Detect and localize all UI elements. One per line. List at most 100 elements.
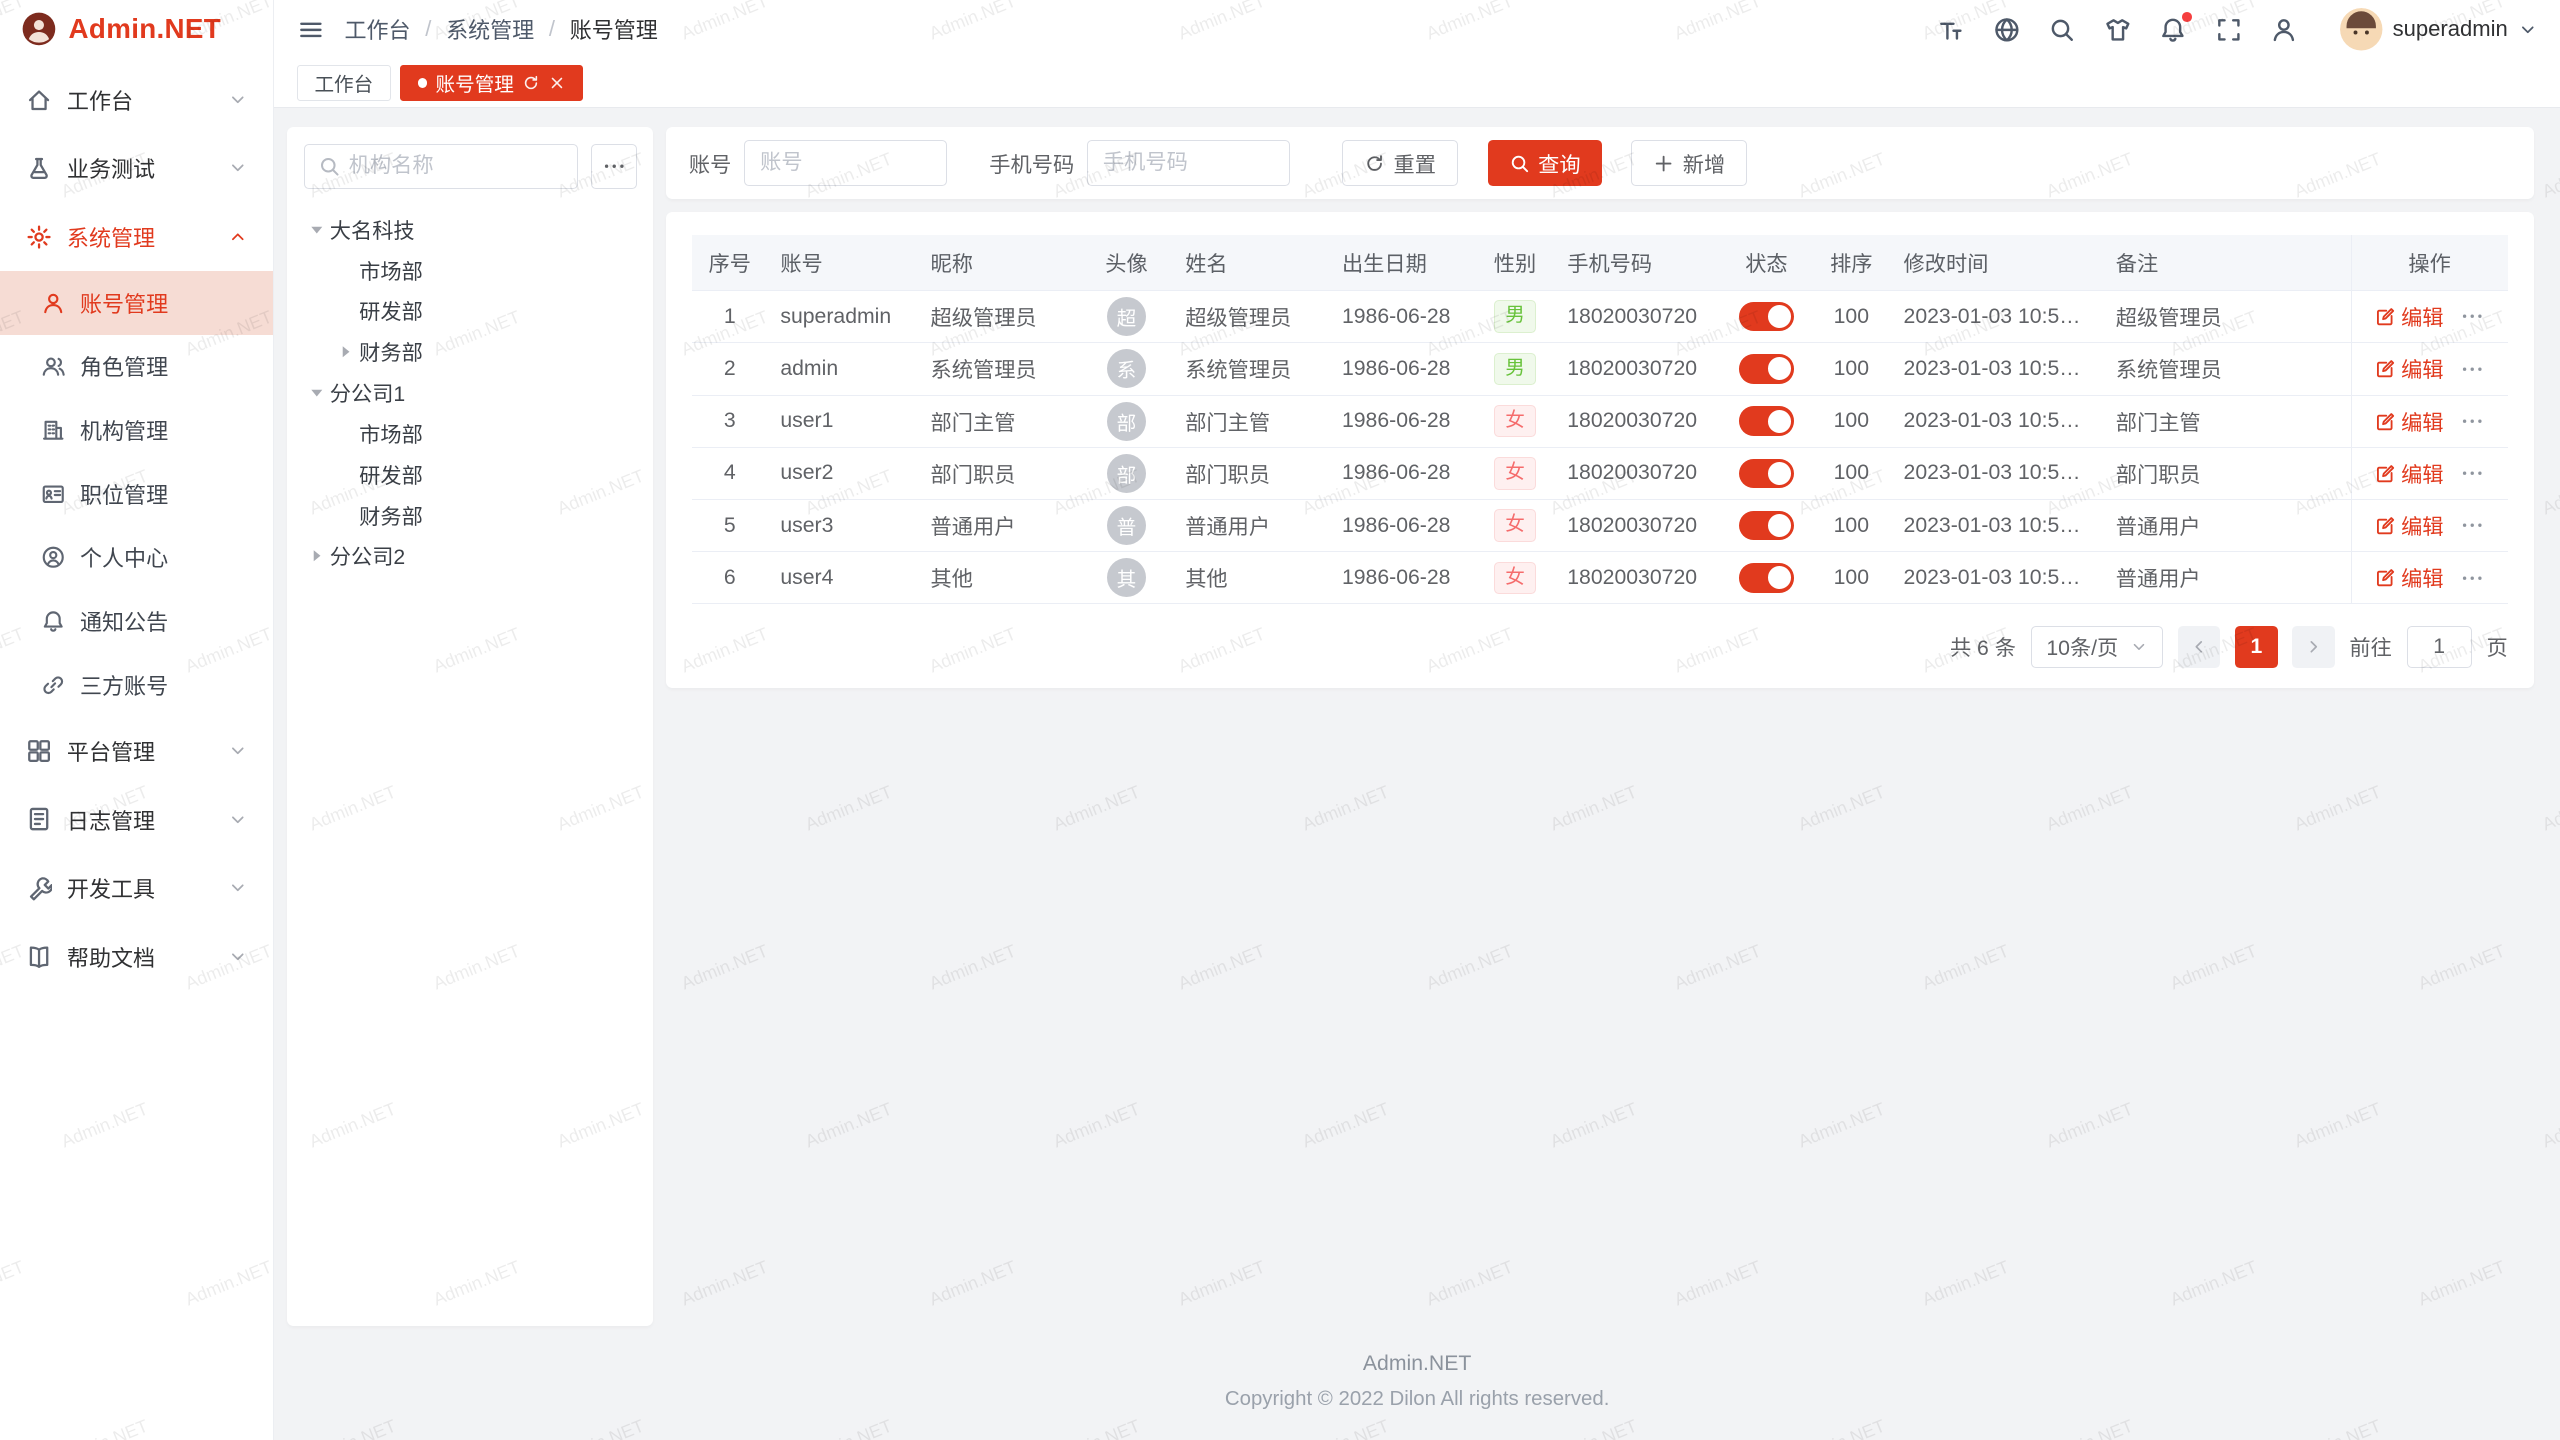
sidebar-item-position-mgmt[interactable]: 职位管理 (0, 462, 273, 526)
tree-node[interactable]: 分公司2 (304, 535, 637, 576)
row-more-button[interactable] (2460, 513, 2484, 537)
sidebar-item-profile-center[interactable]: 个人中心 (0, 526, 273, 590)
hamburger-icon[interactable] (297, 16, 325, 44)
goto-page-input[interactable] (2407, 626, 2472, 668)
tree-node[interactable]: 大名科技 (304, 209, 637, 250)
theme-icon[interactable] (2104, 16, 2132, 44)
filter-bar: 账号 手机号码 重置 查询 新增 (666, 127, 2534, 199)
tree-node[interactable]: 研发部 (304, 454, 637, 495)
org-search-input[interactable] (349, 154, 564, 178)
prev-page-button[interactable] (2178, 626, 2220, 668)
notification-icon[interactable] (2159, 16, 2187, 44)
cell-avatar: 普 (1081, 499, 1172, 551)
caret-down-icon[interactable] (304, 383, 330, 403)
language-icon[interactable] (1993, 16, 2021, 44)
cell-sort: 100 (1812, 447, 1890, 499)
logo[interactable]: Admin.NET (0, 0, 273, 59)
status-toggle[interactable] (1739, 354, 1795, 383)
cell-phone: 18020030720 (1554, 552, 1721, 604)
tree-node[interactable]: 财务部 (304, 331, 637, 372)
sidebar-item-system-mgmt[interactable]: 系统管理 (0, 202, 273, 271)
tab-close-icon[interactable] (548, 74, 566, 92)
page-size-select[interactable]: 10条/页 (2031, 626, 2164, 668)
sidebar-item-notice[interactable]: 通知公告 (0, 589, 273, 653)
fullscreen-icon[interactable] (2215, 16, 2243, 44)
org-more-button[interactable] (591, 144, 637, 190)
next-page-button[interactable] (2292, 626, 2334, 668)
profile-icon[interactable] (2270, 16, 2298, 44)
tab-refresh-icon[interactable] (522, 74, 540, 92)
breadcrumb-item[interactable]: 工作台 (344, 13, 410, 45)
status-toggle[interactable] (1739, 406, 1795, 435)
tab-account-mgmt[interactable]: 账号管理 (400, 65, 583, 101)
status-toggle[interactable] (1739, 511, 1795, 540)
sidebar-item-third-account[interactable]: 三方账号 (0, 653, 273, 717)
cell-modified: 2023-01-03 10:59:44 (1890, 499, 2102, 551)
tab-workbench[interactable]: 工作台 (297, 65, 390, 101)
caret-right-icon[interactable] (333, 342, 359, 362)
caret-right-icon[interactable] (304, 546, 330, 566)
sidebar-item-log-mgmt[interactable]: 日志管理 (0, 785, 273, 854)
tree-node[interactable]: 市场部 (304, 250, 637, 291)
row-more-button[interactable] (2460, 304, 2484, 328)
edit-button[interactable]: 编辑 (2375, 510, 2444, 541)
reset-button[interactable]: 重置 (1342, 140, 1458, 186)
toggle-knob (1768, 305, 1791, 328)
pagination: 共 6 条 10条/页 1 前往 页 (692, 626, 2508, 668)
tree-node[interactable]: 财务部 (304, 495, 637, 536)
row-more-button[interactable] (2460, 409, 2484, 433)
cell-no: 2 (692, 343, 767, 395)
breadcrumb-item[interactable]: 系统管理 (446, 13, 534, 45)
edit-button[interactable]: 编辑 (2375, 301, 2444, 332)
status-toggle[interactable] (1739, 459, 1795, 488)
edit-button[interactable]: 编辑 (2375, 458, 2444, 489)
phone-label: 手机号码 (989, 148, 1074, 179)
user-menu[interactable]: superadmin (2340, 8, 2537, 50)
edit-button[interactable]: 编辑 (2375, 406, 2444, 437)
cell-birth: 1986-06-28 (1329, 447, 1476, 499)
tree-node[interactable]: 市场部 (304, 413, 637, 454)
org-search[interactable] (304, 144, 578, 190)
row-more-button[interactable] (2460, 566, 2484, 590)
cell-account: superadmin (767, 291, 917, 343)
edit-button[interactable]: 编辑 (2375, 353, 2444, 384)
add-button[interactable]: 新增 (1631, 140, 1747, 186)
cell-no: 5 (692, 499, 767, 551)
search-button[interactable]: 查询 (1488, 140, 1602, 186)
phone-input[interactable] (1087, 140, 1289, 186)
cell-account: user3 (767, 499, 917, 551)
sidebar-item-help-docs[interactable]: 帮助文档 (0, 922, 273, 991)
sidebar-item-account-mgmt[interactable]: 账号管理 (0, 271, 273, 335)
column-header-status: 状态 (1721, 235, 1812, 291)
caret-down-icon[interactable] (304, 220, 330, 240)
row-more-button[interactable] (2460, 357, 2484, 381)
breadcrumb-separator: / (549, 16, 555, 42)
row-more-button[interactable] (2460, 461, 2484, 485)
row-avatar: 部 (1107, 454, 1146, 493)
cell-status (1721, 447, 1812, 499)
status-toggle[interactable] (1739, 563, 1795, 592)
tree-node[interactable]: 研发部 (304, 291, 637, 332)
sidebar-menu: 工作台业务测试系统管理账号管理角色管理机构管理职位管理个人中心通知公告三方账号平… (0, 59, 273, 991)
table-row: 3user1部门主管部部门主管1986-06-28女18020030720100… (692, 395, 2508, 447)
page-1-button[interactable]: 1 (2235, 626, 2277, 668)
cell-status (1721, 343, 1812, 395)
sidebar-item-workbench[interactable]: 工作台 (0, 65, 273, 134)
sidebar-item-business-test[interactable]: 业务测试 (0, 134, 273, 203)
edit-icon (2375, 306, 2396, 327)
tree-node[interactable]: 分公司1 (304, 372, 637, 413)
tabbar: 工作台账号管理 (274, 59, 2560, 108)
row-avatar: 普 (1107, 506, 1146, 545)
sidebar-item-org-mgmt[interactable]: 机构管理 (0, 398, 273, 462)
search-icon[interactable] (2048, 16, 2076, 44)
link-icon (41, 673, 65, 697)
sidebar-item-dev-tools[interactable]: 开发工具 (0, 854, 273, 923)
edit-button[interactable]: 编辑 (2375, 562, 2444, 593)
sidebar-item-role-mgmt[interactable]: 角色管理 (0, 335, 273, 399)
status-toggle[interactable] (1739, 302, 1795, 331)
breadcrumb-item[interactable]: 账号管理 (570, 13, 658, 45)
account-input[interactable] (744, 140, 946, 186)
sidebar-item-platform-mgmt[interactable]: 平台管理 (0, 717, 273, 786)
chevron-up-icon (228, 227, 248, 247)
font-size-icon[interactable] (1937, 16, 1965, 44)
